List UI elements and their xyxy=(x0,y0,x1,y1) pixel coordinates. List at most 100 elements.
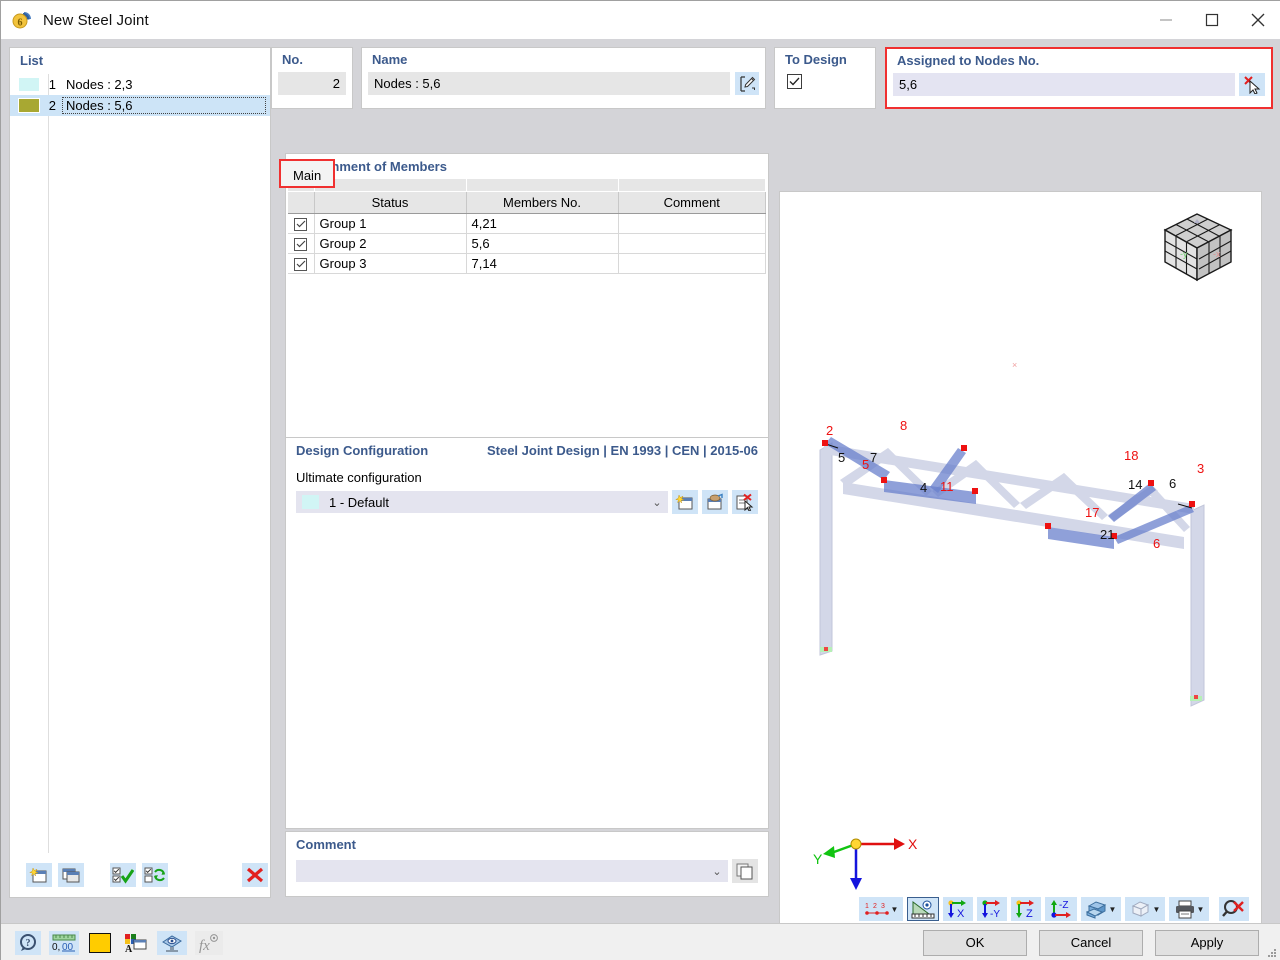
copy-comment-icon[interactable] xyxy=(732,859,758,883)
svg-text:fx: fx xyxy=(199,938,210,953)
cell-status: Group 1 xyxy=(314,213,467,234)
list-item-number: 2 xyxy=(48,98,56,113)
maximize-button[interactable] xyxy=(1189,1,1235,39)
check-all-button[interactable] xyxy=(110,863,136,887)
chevron-down-icon[interactable]: ⌄ xyxy=(646,496,668,509)
render-mode-button[interactable]: ▼ xyxy=(1081,897,1121,921)
table-group-header-row xyxy=(288,179,766,192)
row-checkbox-cell[interactable] xyxy=(288,213,315,234)
comment-input[interactable]: ⌄ xyxy=(296,860,728,882)
table-row[interactable]: Group 2 5,6 xyxy=(288,233,766,254)
chevron-down-icon[interactable]: ▼ xyxy=(1153,905,1161,914)
svg-text:A: A xyxy=(125,944,133,953)
resize-grip[interactable] xyxy=(1266,947,1278,959)
wireframe-button[interactable]: ▼ xyxy=(1125,897,1165,921)
pick-nodes-cursor-icon[interactable] xyxy=(1239,73,1265,96)
assignment-title: Assignment of Members xyxy=(296,159,447,174)
row-checkbox[interactable] xyxy=(294,217,308,231)
view-in-z-button[interactable]: Z xyxy=(1011,897,1041,921)
no-label: No. xyxy=(282,52,303,67)
assigned-nodes-input[interactable]: 5,6 xyxy=(893,73,1235,96)
name-field-box: Name Nodes : 5,6 xyxy=(361,47,766,109)
new-steel-joint-dialog: 6 New Steel Joint List 1 Nodes: 2,3 2 N… xyxy=(0,0,1280,960)
center-marker: × xyxy=(1012,360,1017,370)
list-panel-title: List xyxy=(20,53,44,68)
column-header-status[interactable]: Status xyxy=(314,191,467,214)
apply-button[interactable]: Apply xyxy=(1155,929,1259,956)
name-input[interactable]: Nodes : 5,6 xyxy=(368,72,730,95)
node-label-18: 18 xyxy=(1124,448,1138,463)
no-field-box: No. 2 xyxy=(271,47,353,109)
bottom-tool-group: ? 0, 00 A fx xyxy=(1,930,223,955)
svg-text:Z: Z xyxy=(1026,908,1033,919)
column-header-select[interactable] xyxy=(288,191,315,214)
axis-triad: X Y Z xyxy=(813,836,918,902)
no-input[interactable]: 2 xyxy=(278,72,346,95)
numbering-display-button[interactable]: 1 2 3 ▼ xyxy=(859,897,903,921)
minimize-button[interactable] xyxy=(1143,1,1189,39)
column-header-comment[interactable]: Comment xyxy=(618,191,766,214)
units-button[interactable]: 0, 00 xyxy=(49,930,79,955)
list-item[interactable]: 2 Nodes : 5,6 xyxy=(10,95,270,116)
member-label-6: 6 xyxy=(1169,476,1176,491)
comment-title: Comment xyxy=(296,837,356,852)
chevron-down-icon[interactable]: ▼ xyxy=(1197,905,1205,914)
list-item[interactable]: 1 Nodes : 2,3 xyxy=(10,74,270,95)
svg-text:-Z: -Z xyxy=(1059,900,1068,911)
copy-item-button[interactable] xyxy=(58,863,84,887)
svg-text:?: ? xyxy=(26,938,31,949)
structure-members xyxy=(819,437,1205,707)
row-checkbox-cell[interactable] xyxy=(288,253,315,274)
chevron-down-icon[interactable]: ▼ xyxy=(891,905,899,914)
help-button[interactable]: ? xyxy=(15,930,41,955)
member-label-11: 11 xyxy=(940,479,954,494)
row-checkbox[interactable] xyxy=(294,237,308,251)
view-in-y-button[interactable]: -Y xyxy=(977,897,1007,921)
table-row[interactable]: Group 3 7,14 xyxy=(288,253,766,274)
cell-members-no: 4,21 xyxy=(466,213,619,234)
member-label-6b: 6 xyxy=(1153,536,1160,551)
chevron-down-icon[interactable]: ▼ xyxy=(1109,905,1117,914)
cancel-button[interactable]: Cancel xyxy=(1039,929,1143,956)
print-button[interactable]: ▼ xyxy=(1169,897,1209,921)
edit-name-icon[interactable] xyxy=(735,72,759,95)
table-row[interactable]: Group 1 4,21 xyxy=(288,213,766,234)
visibility-button[interactable] xyxy=(157,930,187,955)
new-configuration-button[interactable] xyxy=(672,490,698,514)
delete-configuration-button[interactable] xyxy=(732,490,758,514)
row-checkbox[interactable] xyxy=(294,257,308,271)
measure-button[interactable] xyxy=(907,897,939,921)
to-design-checkbox[interactable] xyxy=(787,74,802,89)
design-configuration-panel: Design Configuration Steel Joint Design … xyxy=(285,437,769,829)
dialog-body: List 1 Nodes : 2,3 2 Nodes : 5,6 No. 2 N… xyxy=(1,39,1280,927)
assigned-nodes-box: Assigned to Nodes No. 5,6 xyxy=(885,47,1273,109)
row-checkbox-cell[interactable] xyxy=(288,233,315,254)
ok-button[interactable]: OK xyxy=(923,929,1027,956)
column-header-members-no[interactable]: Members No. xyxy=(466,191,619,214)
new-item-button[interactable] xyxy=(26,863,52,887)
svg-text:6: 6 xyxy=(18,18,23,29)
display-properties-button[interactable]: A xyxy=(121,931,149,955)
axis-label-x: X xyxy=(908,836,918,852)
list-item-label: Nodes : 2,3 xyxy=(66,77,133,92)
isometric-view-button[interactable]: -Z xyxy=(1045,897,1077,921)
steel-joint-icon: 6 xyxy=(11,9,33,31)
to-design-box: To Design xyxy=(774,47,876,109)
edit-configuration-button[interactable] xyxy=(702,490,728,514)
tab-main[interactable]: Main xyxy=(279,159,336,188)
close-button[interactable] xyxy=(1235,1,1280,39)
model-viewport[interactable]: -y -x × 2 8 18 3 5 11 17 6 5 7 4 14 6 21… xyxy=(779,191,1262,927)
cell-comment xyxy=(618,253,766,274)
chevron-down-icon[interactable]: ⌄ xyxy=(706,865,728,878)
refresh-selection-button[interactable] xyxy=(142,863,168,887)
zoom-reset-button[interactable] xyxy=(1219,897,1249,921)
comment-panel: Comment ⌄ xyxy=(285,831,769,897)
delete-item-button[interactable] xyxy=(242,863,268,887)
view-in-x-button[interactable]: X xyxy=(943,897,973,921)
color-button[interactable] xyxy=(87,931,113,955)
ultimate-configuration-select[interactable]: 1 - Default ⌄ xyxy=(296,491,668,513)
list-panel: List 1 Nodes : 2,3 2 Nodes : 5,6 xyxy=(9,47,271,898)
assigned-nodes-label: Assigned to Nodes No. xyxy=(897,53,1040,68)
assignment-of-members-panel: Assignment of Members Status Members No. xyxy=(285,153,769,471)
svg-text:X: X xyxy=(957,908,965,919)
